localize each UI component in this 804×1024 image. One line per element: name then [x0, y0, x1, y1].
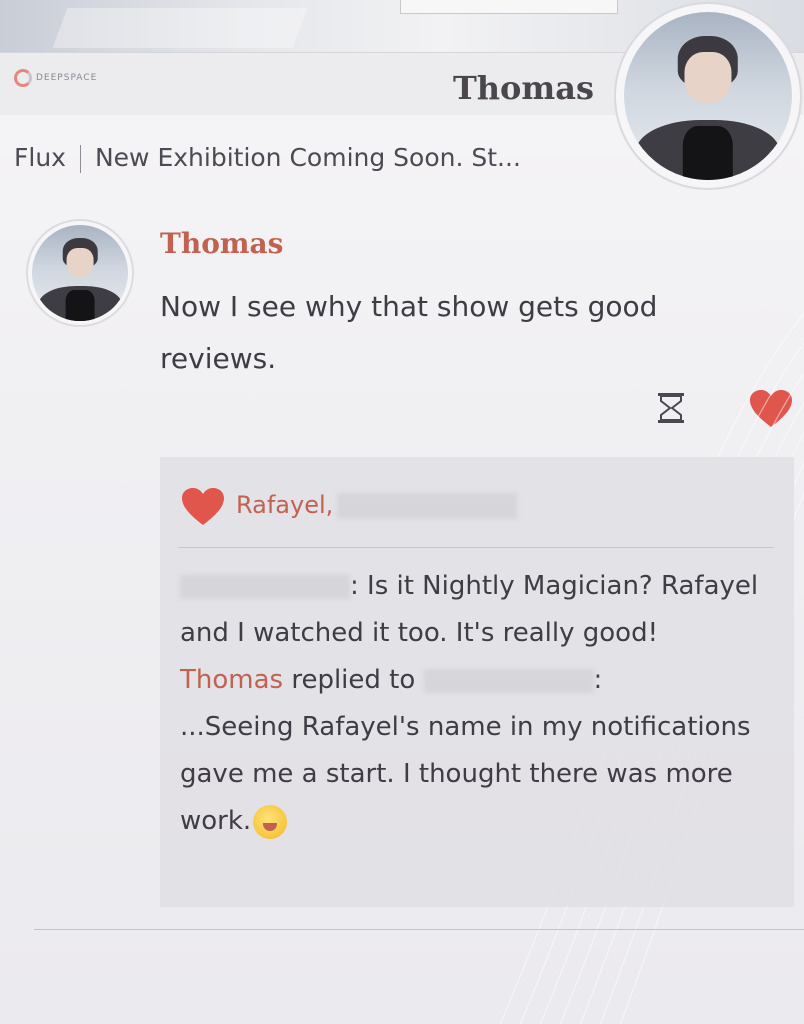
post-title: New Exhibition Coming Soon. St... [94, 143, 521, 172]
emoji-icon [253, 804, 288, 839]
avatar-image [32, 225, 128, 321]
reply-divider [178, 547, 774, 548]
redacted-name [337, 493, 518, 519]
brand: DEEPSPACE [14, 69, 97, 87]
comment-avatar[interactable] [26, 219, 134, 327]
heart-icon [182, 488, 224, 525]
comment-author[interactable]: Thomas [160, 227, 283, 260]
reply-item[interactable]: : Is it Nightly Magician? Rafayel and I … [180, 563, 780, 657]
background-panel [400, 0, 618, 14]
bottom-divider [34, 929, 804, 930]
post-title-row[interactable]: Flux New Exhibition Coming Soon. St... [14, 143, 521, 173]
reply-author: Thomas [180, 665, 284, 695]
reply-colon: : [593, 665, 603, 695]
contact-name: Thomas [452, 69, 594, 107]
likes-list[interactable]: Rafayel, [236, 491, 518, 519]
post-card: DEEPSPACE Thomas Flux New Exhibition Comi… [0, 52, 804, 1024]
liker-names: Rafayel, [236, 491, 334, 519]
background-sheen [52, 8, 308, 48]
redacted-name [423, 668, 594, 693]
reply-thread: : Is it Nightly Magician? Rafayel and I … [180, 563, 780, 845]
brand-name: DEEPSPACE [36, 73, 98, 83]
avatar-image [624, 12, 792, 180]
post-source: Flux [14, 143, 66, 172]
reply-box: Rafayel, : Is it Nightly Magician? Rafay… [160, 457, 794, 907]
reply-verb: replied to [291, 665, 416, 695]
redacted-name [180, 574, 350, 599]
contact-avatar[interactable] [614, 2, 802, 190]
reply-item[interactable]: Thomas replied to : ...Seeing Rafayel's … [180, 657, 780, 845]
title-separator [79, 145, 81, 173]
deepspace-logo-icon [14, 69, 32, 87]
